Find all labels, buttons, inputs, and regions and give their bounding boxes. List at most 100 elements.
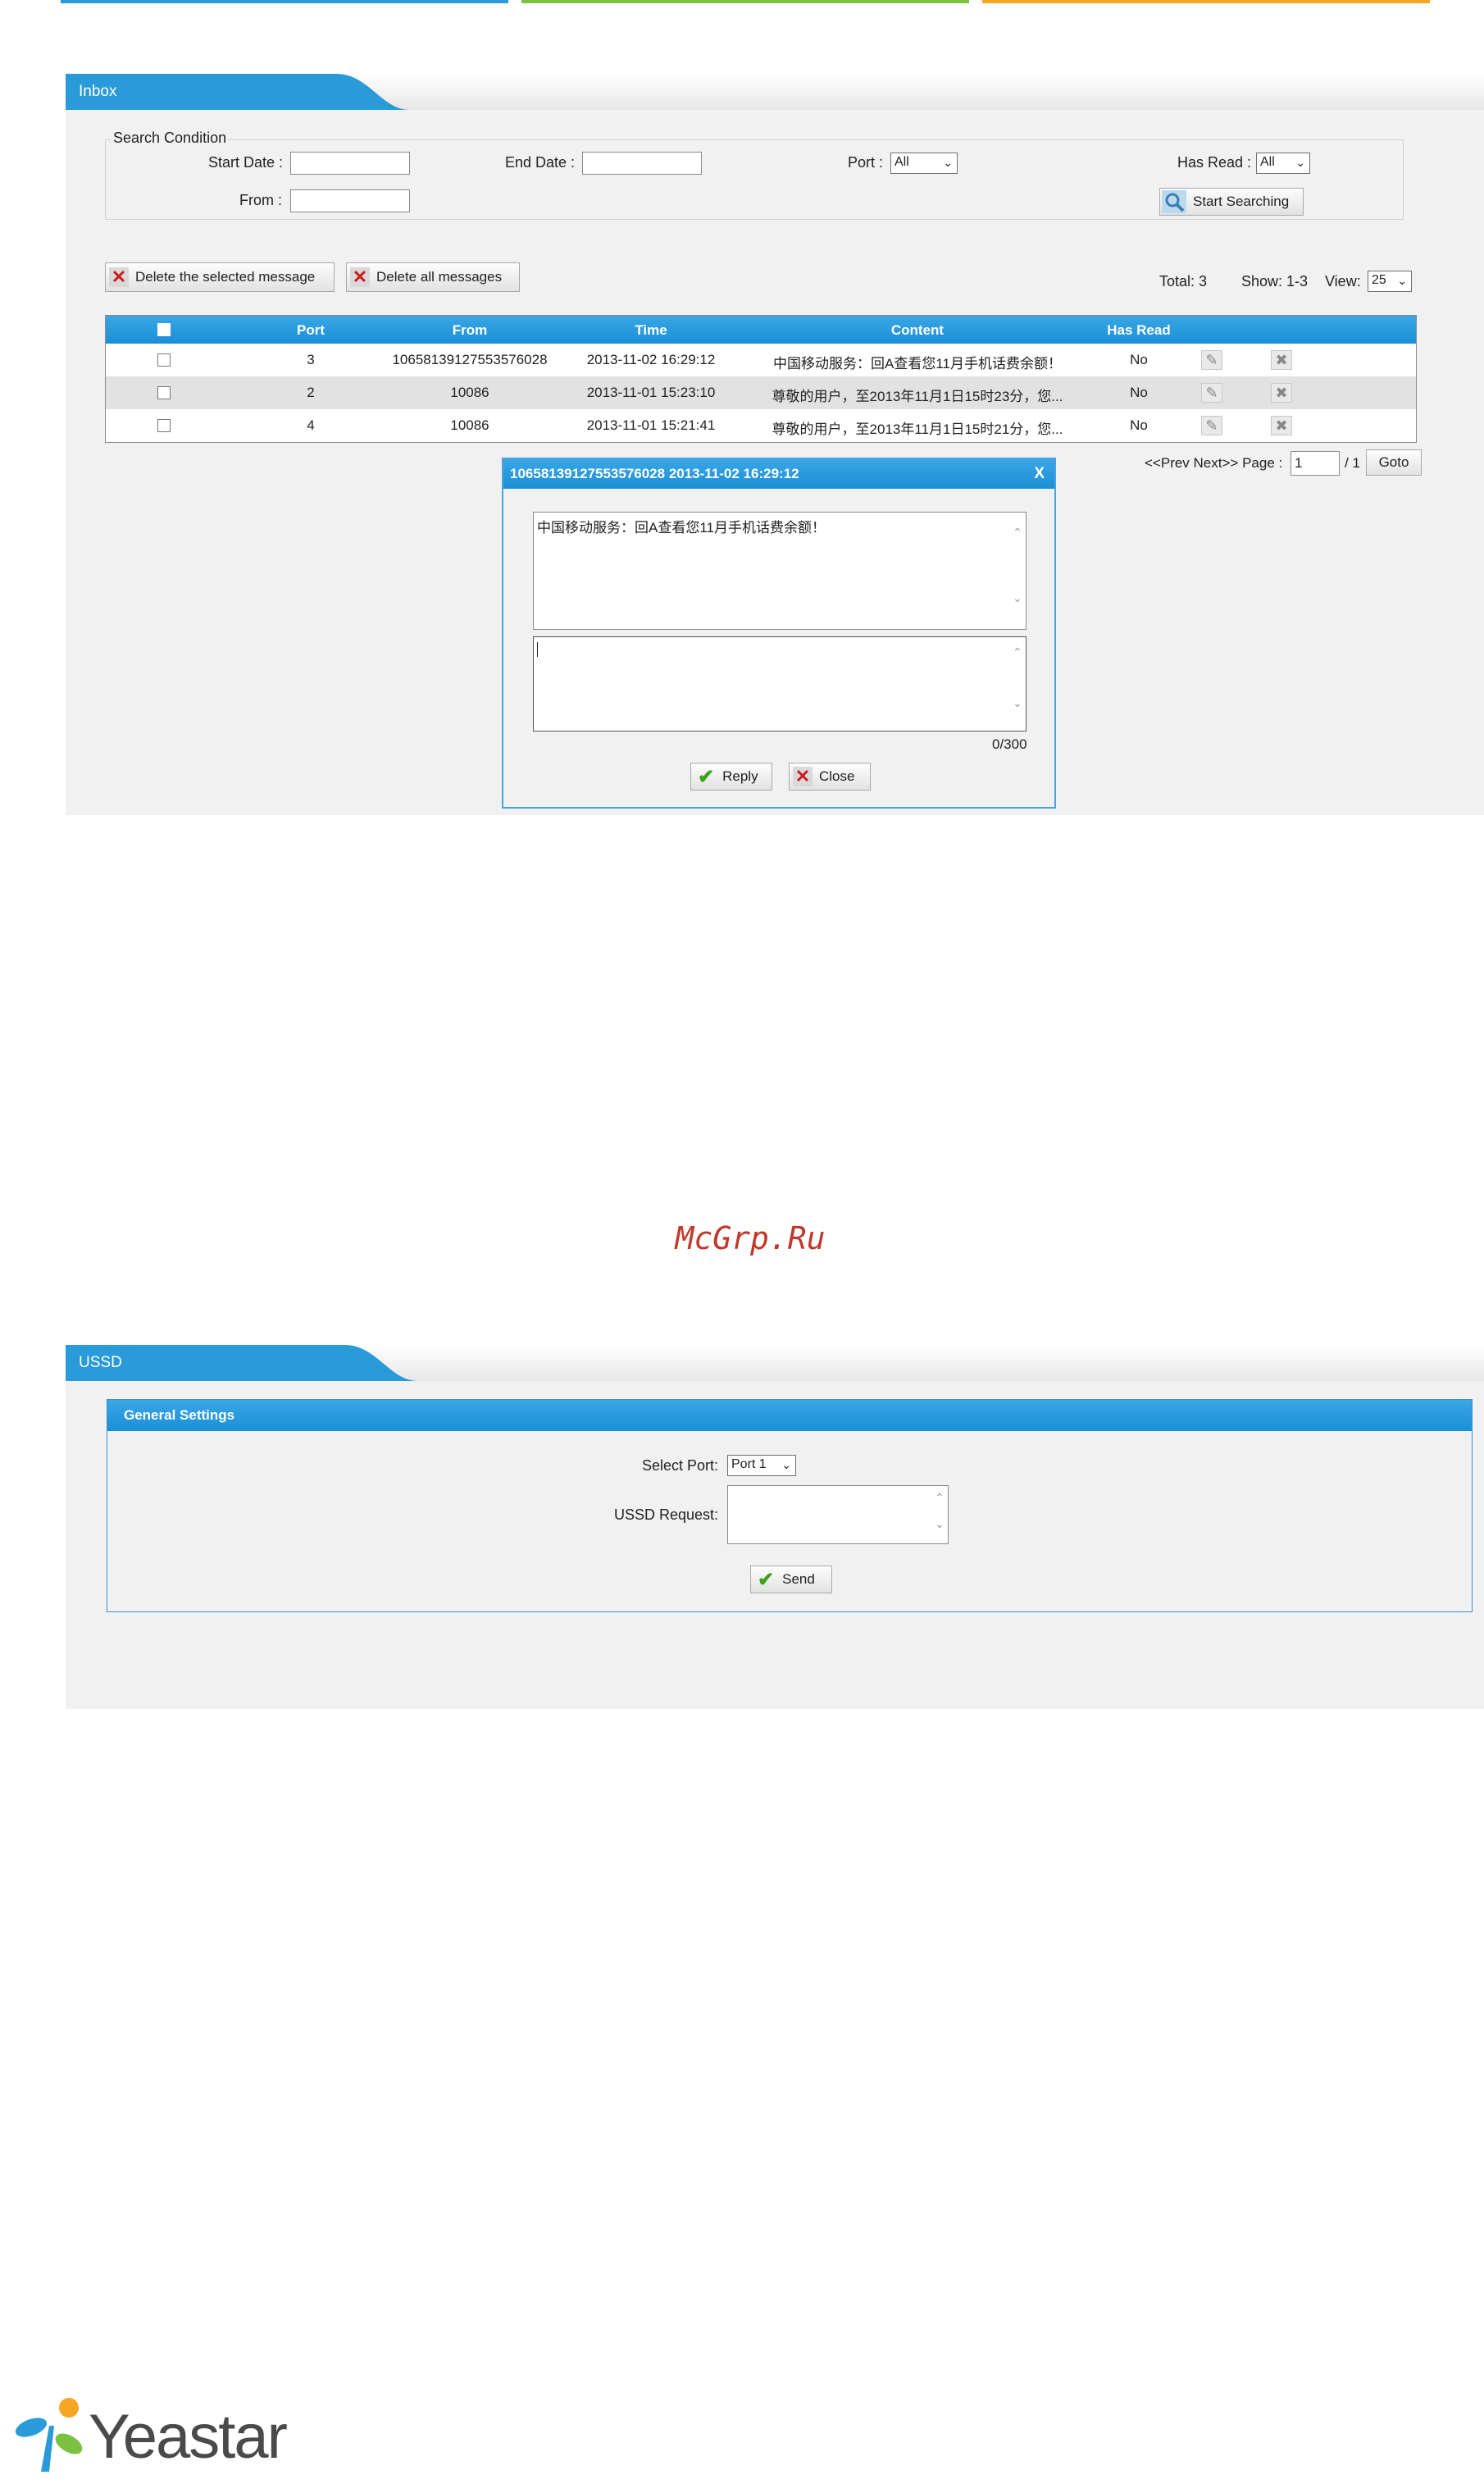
message-text: 中国移动服务：回A查看您11月手机话费余额！ [537,520,826,536]
chevron-down-icon: ⌄ [943,156,953,169]
goto-button[interactable]: Goto [1366,449,1422,476]
close-x-icon: ✕ [793,766,813,786]
send-label: Send [782,1571,815,1587]
search-icon [1162,190,1186,213]
port-label: Port : [848,154,884,171]
col-header-time: Time [635,322,667,338]
page-input[interactable]: 1 [1291,451,1340,476]
end-date-label: End Date : [505,154,576,171]
row-checkbox[interactable] [157,419,171,432]
show-range: Show: 1-3 [1241,273,1309,289]
start-searching-button[interactable]: Start Searching [1159,188,1304,216]
select-all-checkbox[interactable] [157,323,171,336]
search-condition-legend: Search Condition [112,130,229,147]
row-has-read: No [1130,352,1148,367]
delete-selected-label: Delete the selected message [135,269,316,285]
table-header: Port From Time Content Has Read [106,316,1416,344]
view-select[interactable]: 25 ⌄ [1368,271,1412,292]
dialog-close-x-icon[interactable]: X [1034,465,1045,483]
port-select-value: All [894,155,909,169]
chevron-down-icon: ⌄ [1295,156,1305,169]
delete-icon[interactable]: ✖ [1271,383,1292,403]
edit-pencil-icon[interactable]: ✎ [1201,416,1222,435]
has-read-select[interactable]: All ⌄ [1256,153,1310,174]
chevron-down-icon: ⌄ [1397,274,1407,287]
scroll-up-icon[interactable]: ⌃ [1011,645,1024,659]
general-settings-title: General Settings [124,1407,235,1423]
scroll-up-icon[interactable]: ⌃ [933,1491,946,1505]
col-header-has-read: Has Read [1107,322,1171,338]
pager-prev-next[interactable]: <<Prev Next>> Page : [1145,455,1282,472]
inbox-tab-title[interactable]: Inbox [66,74,116,110]
total-count: Total: 3 [1159,273,1208,289]
table-row[interactable]: 3 10658139127553576028 2013-11-02 16:29:… [106,344,1416,376]
table-row[interactable]: 4 10086 2013-11-01 15:21:41 尊敬的用户，至2013年… [106,409,1416,442]
from-label: From : [239,192,282,208]
view-label: View: [1325,273,1361,289]
reply-label: Reply [722,768,758,784]
col-header-port: Port [297,322,325,338]
reply-button[interactable]: ✔ Reply [690,763,772,791]
ussd-tab-strip: USSD [66,1345,1484,1381]
row-from: 10086 [450,417,489,433]
scroll-down-icon[interactable]: ⌄ [1011,591,1024,605]
edit-pencil-icon[interactable]: ✎ [1201,350,1222,370]
edit-pencil-icon[interactable]: ✎ [1201,383,1222,403]
row-port: 3 [307,352,315,367]
row-has-read: No [1130,417,1148,433]
table-row[interactable]: 2 10086 2013-11-01 15:23:10 尊敬的用户，至2013年… [106,376,1416,409]
row-time: 2013-11-02 16:29:12 [586,352,716,367]
message-dialog: 10658139127553576028 2013-11-02 16:29:12… [502,458,1056,809]
select-port-select[interactable]: Port 1 ⌄ [727,1455,796,1476]
general-settings-box: General Settings Select Port: Port 1 ⌄ U… [107,1399,1473,1612]
scroll-down-icon[interactable]: ⌄ [933,1517,946,1531]
close-button[interactable]: ✕ Close [789,763,871,791]
dialog-title: 10658139127553576028 2013-11-02 16:29:12 [510,466,799,481]
close-label: Close [819,768,855,784]
delete-icon[interactable]: ✖ [1271,350,1292,370]
row-from: 10658139127553576028 [392,352,548,367]
footer-brand: Yeastar [89,2402,288,2472]
dialog-title-bar: 10658139127553576028 2013-11-02 16:29:12… [503,459,1054,489]
select-port-value: Port 1 [731,1457,767,1471]
yeastar-logo-icon [15,2398,83,2472]
delete-selected-button[interactable]: ✕ Delete the selected message [105,262,335,292]
ussd-request-textarea[interactable]: ⌃ ⌄ [727,1485,949,1544]
row-content: 中国移动服务：回A查看您11月手机话费余额！ [773,356,1062,371]
delete-all-button[interactable]: ✕ Delete all messages [346,262,520,292]
col-header-from: From [452,322,488,338]
reply-textarea[interactable]: ⌃ ⌄ [533,636,1027,732]
check-icon: ✔ [758,1568,775,1591]
start-searching-label: Start Searching [1193,194,1290,209]
row-checkbox[interactable] [157,386,171,399]
end-date-input[interactable] [582,152,702,175]
has-read-label: Has Read : [1177,154,1252,171]
delete-icon[interactable]: ✖ [1271,416,1292,435]
start-date-label: Start Date : [208,154,284,171]
row-port: 2 [307,385,315,400]
col-header-content: Content [890,322,945,338]
port-select[interactable]: All ⌄ [890,153,958,174]
send-button[interactable]: ✔ Send [750,1566,832,1593]
top-bar-orange [982,0,1430,3]
from-input[interactable] [290,189,410,212]
scroll-down-icon[interactable]: ⌄ [1011,696,1024,710]
message-textarea[interactable]: 中国移动服务：回A查看您11月手机话费余额！ ⌃ ⌄ [533,512,1027,630]
row-content: 尊敬的用户，至2013年11月1日15时21分，您... [772,422,1063,437]
text-cursor [537,642,538,657]
view-select-value: 25 [1372,273,1386,287]
delete-x-icon: ✕ [109,267,129,287]
start-date-input[interactable] [290,152,410,175]
inbox-tab-strip: Inbox [66,74,1484,110]
row-time: 2013-11-01 15:23:10 [586,385,716,400]
row-from: 10086 [450,385,489,400]
row-port: 4 [307,417,315,433]
ussd-tab-title[interactable]: USSD [66,1345,122,1381]
page-input-value: 1 [1295,455,1303,471]
chevron-down-icon: ⌄ [781,1458,791,1471]
scroll-up-icon[interactable]: ⌃ [1011,526,1024,540]
row-content: 尊敬的用户，至2013年11月1日15时23分，您... [772,389,1063,404]
watermark: McGrp.Ru [675,1220,826,1256]
pager-total-pages: / 1 [1345,455,1360,471]
row-checkbox[interactable] [157,353,171,367]
